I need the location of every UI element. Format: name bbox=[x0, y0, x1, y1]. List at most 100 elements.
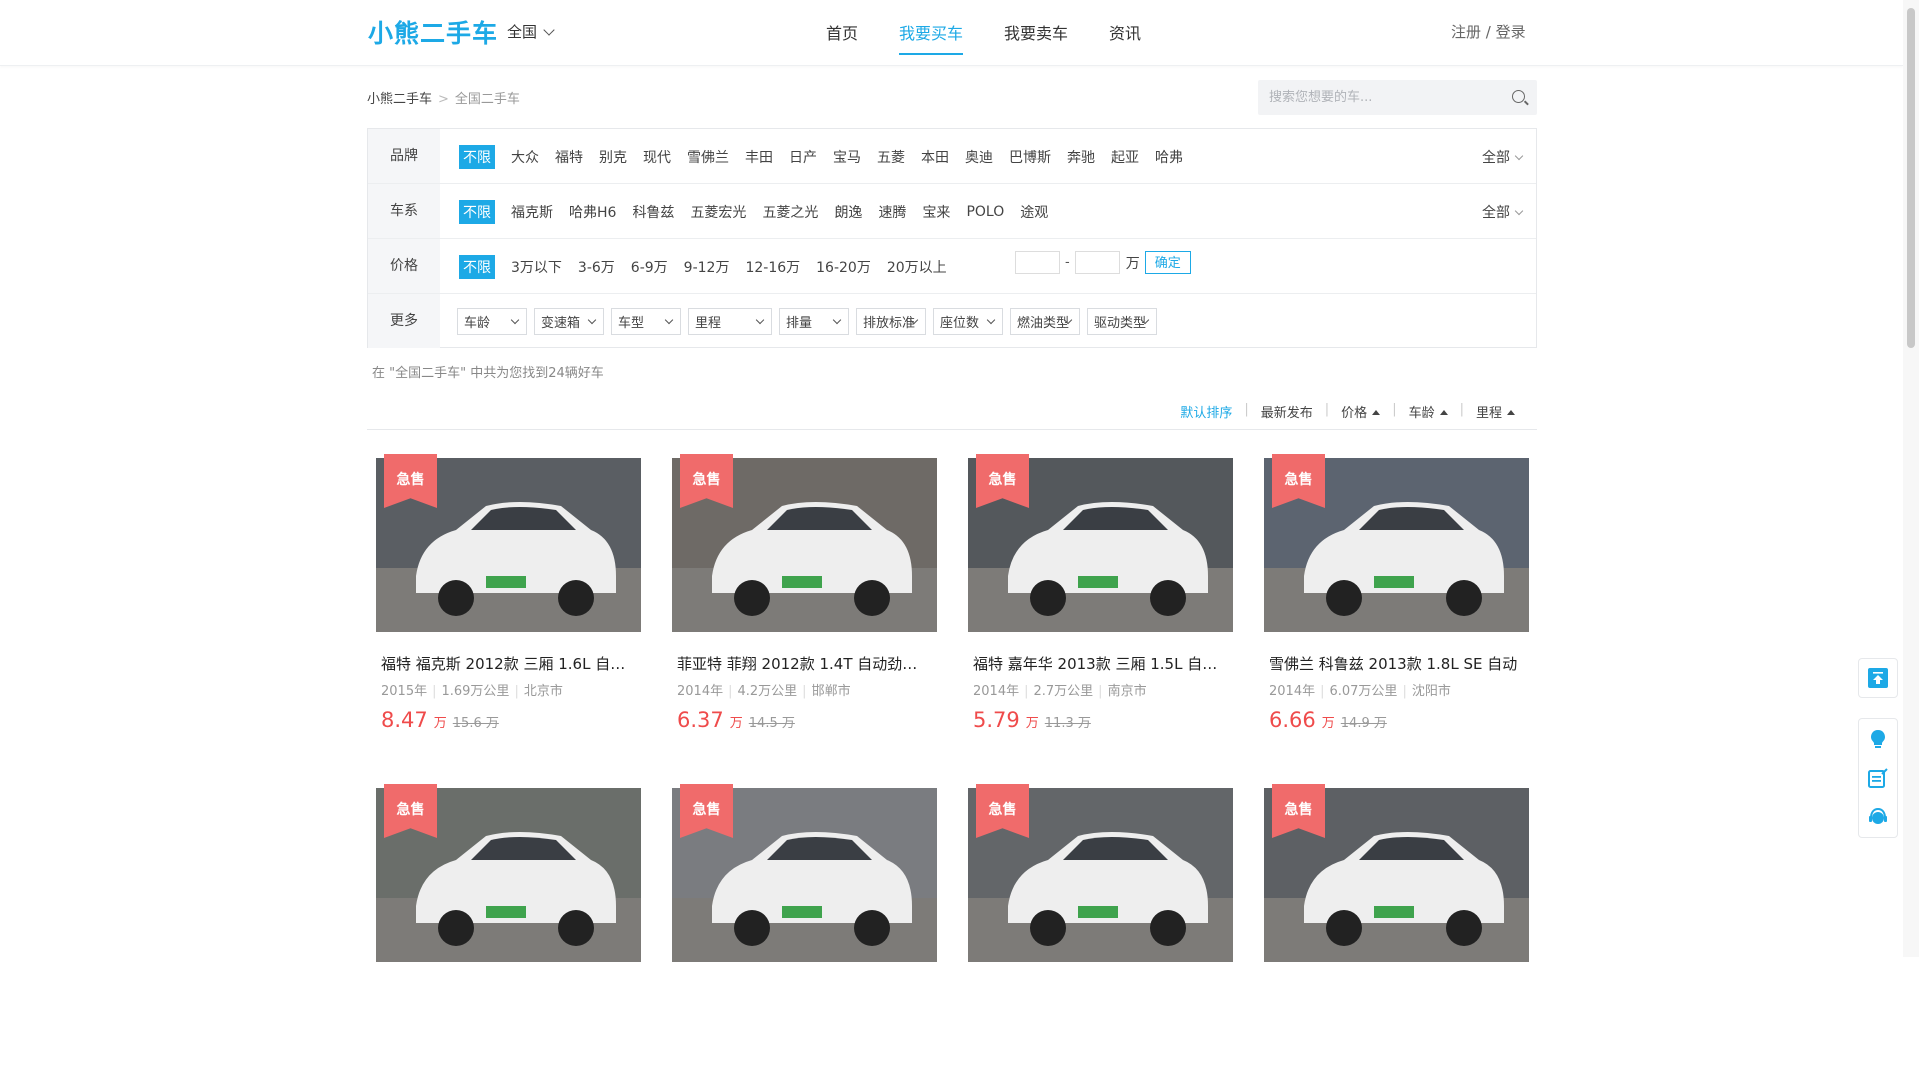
site-logo[interactable]: 小熊二手车 bbox=[368, 14, 498, 50]
series-option[interactable]: 宝来 bbox=[922, 200, 950, 224]
more-select[interactable]: 驱动类型 bbox=[1087, 308, 1157, 335]
register-login-link[interactable]: 注册 / 登录 bbox=[1451, 21, 1526, 42]
page-scrollbar[interactable] bbox=[1903, 0, 1919, 957]
car-year: 2014年 bbox=[677, 684, 724, 699]
price-option[interactable]: 20万以上 bbox=[887, 255, 947, 279]
series-option[interactable]: 五菱宏光 bbox=[690, 200, 746, 224]
price-option[interactable]: 3万以下 bbox=[511, 255, 562, 279]
car-title[interactable]: 福特 福克斯 2012款 三厢 1.6L 自动舒适型 bbox=[381, 653, 636, 674]
brand-option[interactable]: 现代 bbox=[643, 145, 671, 169]
series-option[interactable]: 五菱之光 bbox=[762, 200, 818, 224]
price-max-input[interactable] bbox=[1074, 251, 1120, 274]
car-card[interactable]: 急售 雪佛兰 科鲁兹 2013款 1.8L SE 自动 2014年 | 6.07万公里 |… bbox=[1264, 454, 1529, 758]
price-option[interactable]: 9-12万 bbox=[684, 255, 730, 279]
brand-option[interactable]: 别克 bbox=[599, 145, 627, 169]
car-price: 6.66 万 14.9 万 bbox=[1269, 708, 1387, 732]
urgent-sale-badge: 急售 bbox=[976, 784, 1029, 838]
brand-option[interactable]: 大众 bbox=[511, 145, 539, 169]
car-card[interactable]: 急售福特 福克斯 2012款 三厢 1.6L 自动舒适型 2015年 | 1.69万公… bbox=[376, 454, 641, 758]
more-select[interactable]: 车龄 bbox=[457, 308, 527, 335]
car-title[interactable]: 菲亚特 菲翔 2012款 1.4T 自动劲享版 bbox=[677, 653, 932, 674]
price-option[interactable]: 不限 bbox=[459, 255, 495, 279]
nav-sell-car[interactable]: 我要卖车 bbox=[1004, 20, 1068, 55]
sort-mileage[interactable]: 里程 bbox=[1476, 402, 1515, 421]
back-to-top-button[interactable] bbox=[1858, 658, 1898, 698]
feedback-edit-icon[interactable] bbox=[1867, 767, 1889, 789]
sort-options: 默认排序 | 最新发布 | 价格 | 车龄 | 里程 bbox=[1180, 402, 1515, 421]
nav-home[interactable]: 首页 bbox=[826, 20, 858, 55]
car-card[interactable]: 急售 bbox=[1264, 784, 1529, 1088]
more-select[interactable]: 燃油类型 bbox=[1010, 308, 1080, 335]
more-select[interactable]: 排量 bbox=[779, 308, 849, 335]
search-icon[interactable] bbox=[1512, 90, 1525, 103]
brand-option[interactable]: 哈弗 bbox=[1155, 145, 1183, 169]
brand-option[interactable]: 宝马 bbox=[833, 145, 861, 169]
series-option[interactable]: 福克斯 bbox=[511, 200, 553, 224]
brand-option[interactable]: 五菱 bbox=[877, 145, 905, 169]
brand-option[interactable]: 雪佛兰 bbox=[687, 145, 729, 169]
series-option[interactable]: 科鲁兹 bbox=[632, 200, 674, 224]
nav-buy-car[interactable]: 我要买车 bbox=[899, 20, 964, 55]
city-selector[interactable]: 全国 bbox=[507, 21, 555, 42]
brand-all-toggle[interactable]: 全部 bbox=[1482, 147, 1524, 167]
brand-option[interactable]: 福特 bbox=[555, 145, 583, 169]
chevron-down-icon bbox=[832, 315, 842, 325]
scrollbar-thumb[interactable] bbox=[1907, 8, 1915, 348]
brand-option[interactable]: 日产 bbox=[789, 145, 817, 169]
car-mileage: 2.7万公里 bbox=[1033, 684, 1094, 699]
brand-option[interactable]: 巴博斯 bbox=[1009, 145, 1051, 169]
sort-divider: | bbox=[1459, 402, 1464, 417]
brand-option[interactable]: 奥迪 bbox=[965, 145, 993, 169]
filter-panel: 品牌 不限 大众 福特 别克 现代 雪佛兰 丰田 日产 宝马 五菱 本田 奥迪 巴博斯 奔驰 起亚 哈弗 全部… bbox=[367, 128, 1537, 348]
more-select[interactable]: 变速箱 bbox=[534, 308, 604, 335]
search-input[interactable] bbox=[1258, 80, 1498, 115]
price-option[interactable]: 16-20万 bbox=[816, 255, 871, 279]
more-select[interactable]: 排放标准 bbox=[856, 308, 926, 335]
more-select[interactable]: 座位数 bbox=[933, 308, 1003, 335]
sort-newest[interactable]: 最新发布 bbox=[1261, 402, 1313, 421]
price-option[interactable]: 12-16万 bbox=[745, 255, 800, 279]
series-all-toggle[interactable]: 全部 bbox=[1482, 202, 1524, 222]
sort-price[interactable]: 价格 bbox=[1341, 402, 1381, 421]
lightbulb-icon[interactable] bbox=[1867, 728, 1889, 750]
series-option[interactable]: 速腾 bbox=[878, 200, 906, 224]
series-option[interactable]: 不限 bbox=[459, 200, 495, 224]
series-option[interactable]: 朗逸 bbox=[834, 200, 862, 224]
sort-age[interactable]: 车龄 bbox=[1409, 402, 1448, 421]
price-option[interactable]: 6-9万 bbox=[631, 255, 668, 279]
badge-label: 急售 bbox=[396, 472, 425, 488]
brand-option[interactable]: 丰田 bbox=[745, 145, 773, 169]
price-confirm-button[interactable]: 确定 bbox=[1144, 251, 1191, 274]
more-selects: 车龄 变速箱 车型 里程 排量 排放标准 座位数 燃油类型 驱动类型 bbox=[457, 308, 1164, 335]
car-card[interactable]: 急售 bbox=[672, 784, 937, 1088]
car-card[interactable]: 急售福特 嘉年华 2013款 三厢 1.5L 自动时尚型 2014年 | 2.7万公里… bbox=[968, 454, 1233, 758]
sort-default[interactable]: 默认排序 bbox=[1180, 402, 1232, 421]
breadcrumb-home[interactable]: 小熊二手车 bbox=[367, 92, 432, 107]
brand-option[interactable]: 本田 bbox=[921, 145, 949, 169]
brand-option[interactable]: 起亚 bbox=[1111, 145, 1139, 169]
more-select[interactable]: 里程 bbox=[688, 308, 772, 335]
price-min-input[interactable] bbox=[1015, 251, 1060, 274]
meta-divider: | bbox=[728, 684, 733, 699]
car-card[interactable]: 急售 bbox=[376, 784, 641, 1088]
series-option[interactable]: POLO bbox=[966, 202, 1004, 222]
car-title[interactable]: 雪佛兰 科鲁兹 2013款 1.8L SE 自动 bbox=[1269, 653, 1524, 674]
chevron-down-icon bbox=[755, 315, 765, 325]
series-option[interactable]: 途观 bbox=[1020, 200, 1048, 224]
city-label: 全国 bbox=[507, 23, 538, 41]
more-select[interactable]: 车型 bbox=[611, 308, 681, 335]
brand-option[interactable]: 奔驰 bbox=[1067, 145, 1095, 169]
customer-service-icon[interactable] bbox=[1867, 806, 1889, 828]
nav-news[interactable]: 资讯 bbox=[1109, 20, 1141, 55]
price-option[interactable]: 3-6万 bbox=[578, 255, 615, 279]
series-option[interactable]: 哈弗H6 bbox=[569, 200, 616, 224]
car-price-original: 11.3 万 bbox=[1044, 716, 1091, 731]
sort-age-label: 车龄 bbox=[1408, 406, 1435, 421]
car-card[interactable]: 急售 菲亚特 菲翔 2012款 1.4T 自动劲享版 2014年 | 4.2万公里 | 邯郸… bbox=[672, 454, 937, 758]
filter-row-brand: 品牌 不限 大众 福特 别克 现代 雪佛兰 丰田 日产 宝马 五菱 本田 奥迪 巴博斯 奔驰 起亚 哈弗 全部 bbox=[368, 129, 1536, 184]
brand-option[interactable]: 不限 bbox=[459, 145, 495, 169]
more-select-label: 车龄 bbox=[464, 316, 491, 331]
car-card[interactable]: 急售 bbox=[968, 784, 1233, 1088]
meta-divider: | bbox=[432, 684, 437, 699]
car-title[interactable]: 福特 嘉年华 2013款 三厢 1.5L 自动时尚型 bbox=[973, 653, 1228, 674]
